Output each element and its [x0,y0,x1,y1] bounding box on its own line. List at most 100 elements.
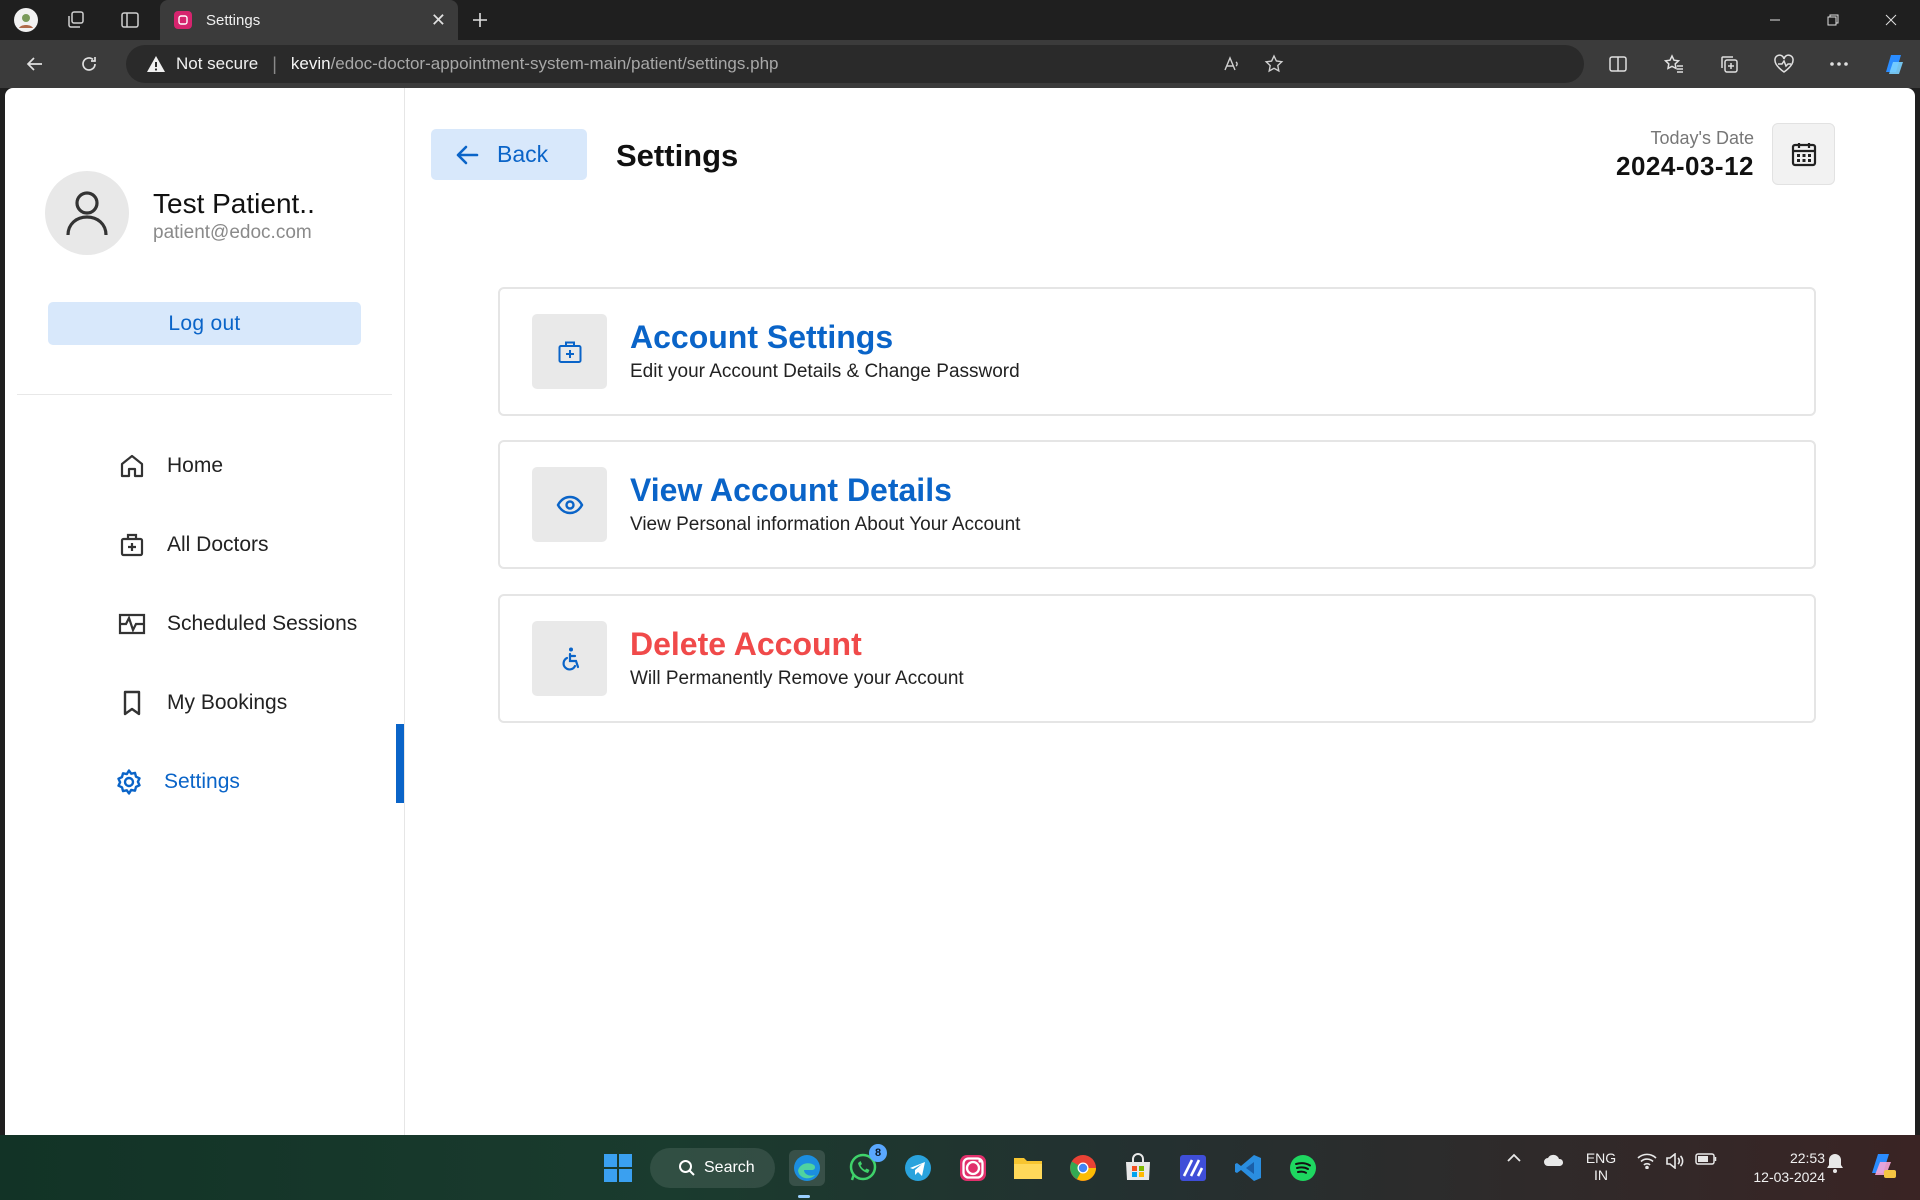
clock-date: 12-03-2024 [1753,1169,1825,1185]
date-value: 2024-03-12 [1616,151,1754,181]
browser-tab-bar: Settings ✕ [0,0,1920,40]
vertical-tabs-icon[interactable] [116,6,144,34]
read-aloud-icon[interactable] [1218,50,1246,78]
sidebar-item-label: Settings [164,770,240,793]
lang-line-1: ENG [1585,1150,1617,1166]
sidebar-item-my-bookings[interactable]: My Bookings [117,683,287,723]
card-title: View Account Details [630,472,952,508]
spotify-icon[interactable] [1285,1150,1321,1186]
back-nav-icon[interactable] [21,50,49,78]
sidebar: Test Patient.. patient@edoc.com Log out … [5,88,405,1135]
card-title: Delete Account [630,626,862,662]
start-windows-icon[interactable] [600,1150,636,1186]
page-title: Settings [616,138,739,173]
avatar [45,171,129,255]
delete-account-card[interactable]: Delete Account Will Permanently Remove y… [498,594,1816,723]
restore-icon[interactable] [1810,6,1856,34]
telegram-icon[interactable] [900,1150,936,1186]
battery-icon[interactable] [1694,1153,1718,1165]
copilot-icon[interactable] [1880,50,1908,78]
sidebar-item-settings[interactable]: Settings [114,762,240,802]
workspaces-icon[interactable] [62,6,90,34]
chrome-icon[interactable] [1065,1150,1101,1186]
tab-settings[interactable]: Settings ✕ [160,0,458,40]
file-explorer-icon[interactable] [1010,1150,1046,1186]
collections-icon[interactable] [1715,50,1743,78]
onedrive-cloud-icon[interactable] [1542,1153,1566,1167]
search-label: Search [704,1159,755,1176]
schedule-icon [117,609,147,639]
page-content: Test Patient.. patient@edoc.com Log out … [5,88,1915,1135]
medical-kit-icon [532,314,607,389]
sidebar-item-label: All Doctors [167,533,269,556]
notification-bell-icon[interactable] [1824,1153,1846,1173]
active-app-indicator [798,1195,810,1198]
tab-title: Settings [206,11,261,29]
user-name: Test Patient.. [153,188,315,219]
clock-time: 22:53 [1789,1150,1825,1166]
sidebar-item-label: Home [167,454,224,477]
gear-icon [114,767,144,797]
chevron-up-icon[interactable] [1504,1153,1524,1163]
home-icon [117,451,147,481]
url-host: kevin [290,54,331,73]
back-button[interactable]: Back [431,129,587,180]
window-close-icon[interactable] [1868,6,1914,34]
whatsapp-icon[interactable]: 8 [845,1144,887,1186]
logout-button[interactable]: Log out [48,302,361,345]
calendar-button[interactable] [1772,123,1835,185]
taskbar-search[interactable]: Search [650,1148,775,1188]
user-email: patient@edoc.com [153,222,312,243]
arrow-left-icon [455,144,479,166]
favorites-icon[interactable] [1660,50,1688,78]
card-subtitle: Edit your Account Details & Change Passw… [630,361,1020,382]
new-tab-icon[interactable] [466,6,494,34]
store-icon[interactable] [1120,1150,1156,1186]
instagram-icon[interactable] [955,1150,991,1186]
card-subtitle: View Personal information About Your Acc… [630,514,1021,535]
doctor-bag-icon [117,530,147,560]
warning-icon[interactable] [146,55,166,73]
copilot-taskbar-icon[interactable] [1864,1148,1898,1180]
reload-icon[interactable] [75,50,103,78]
eye-icon [532,467,607,542]
url-bar[interactable]: Not secure | kevin /edoc-doctor-appointm… [126,45,1584,83]
sidebar-item-label: Scheduled Sessions [167,612,358,635]
back-label: Back [497,141,549,167]
date-label: Today's Date [1650,128,1755,148]
sidebar-item-label: My Bookings [167,691,288,714]
tab-close-icon[interactable]: ✕ [431,10,446,31]
active-indicator [396,724,404,803]
security-label[interactable]: Not secure [176,54,258,74]
address-toolbar: Not secure | kevin /edoc-doctor-appointm… [0,40,1920,88]
clock[interactable]: 22:53 12-03-2024 [1730,1149,1825,1187]
split-screen-icon[interactable] [1604,50,1632,78]
calendar-icon [1791,141,1817,167]
profile-icon[interactable] [12,6,40,34]
view-account-details-card[interactable]: View Account Details View Personal infor… [498,440,1816,569]
edge-icon[interactable] [789,1150,825,1186]
sidebar-item-scheduled-sessions[interactable]: Scheduled Sessions [117,604,357,644]
dev-app-icon[interactable] [1175,1150,1211,1186]
more-menu-icon[interactable] [1825,50,1853,78]
search-icon [678,1159,696,1177]
lang-line-2: IN [1594,1167,1608,1183]
vscode-icon[interactable] [1230,1150,1266,1186]
accessibility-icon [532,621,607,696]
card-subtitle: Will Permanently Remove your Account [630,668,964,689]
url-path: /edoc-doctor-appointment-system-main/pat… [330,54,779,73]
site-favicon-icon [174,11,192,29]
sidebar-item-home[interactable]: Home [117,446,223,486]
favorite-star-icon[interactable] [1260,50,1288,78]
taskbar: Search 8 ENG IN 22:53 12-03-2024 [0,1135,1920,1200]
wifi-icon[interactable] [1636,1153,1658,1169]
sidebar-item-all-doctors[interactable]: All Doctors [117,525,269,565]
browser-essentials-icon[interactable] [1770,50,1798,78]
language-indicator[interactable]: ENG IN [1580,1150,1622,1184]
volume-icon[interactable] [1664,1153,1686,1169]
url-separator: | [272,53,277,74]
account-settings-card[interactable]: Account Settings Edit your Account Detai… [498,287,1816,416]
card-title: Account Settings [630,319,894,355]
minimize-icon[interactable] [1752,6,1798,34]
bookmark-icon [117,688,147,718]
